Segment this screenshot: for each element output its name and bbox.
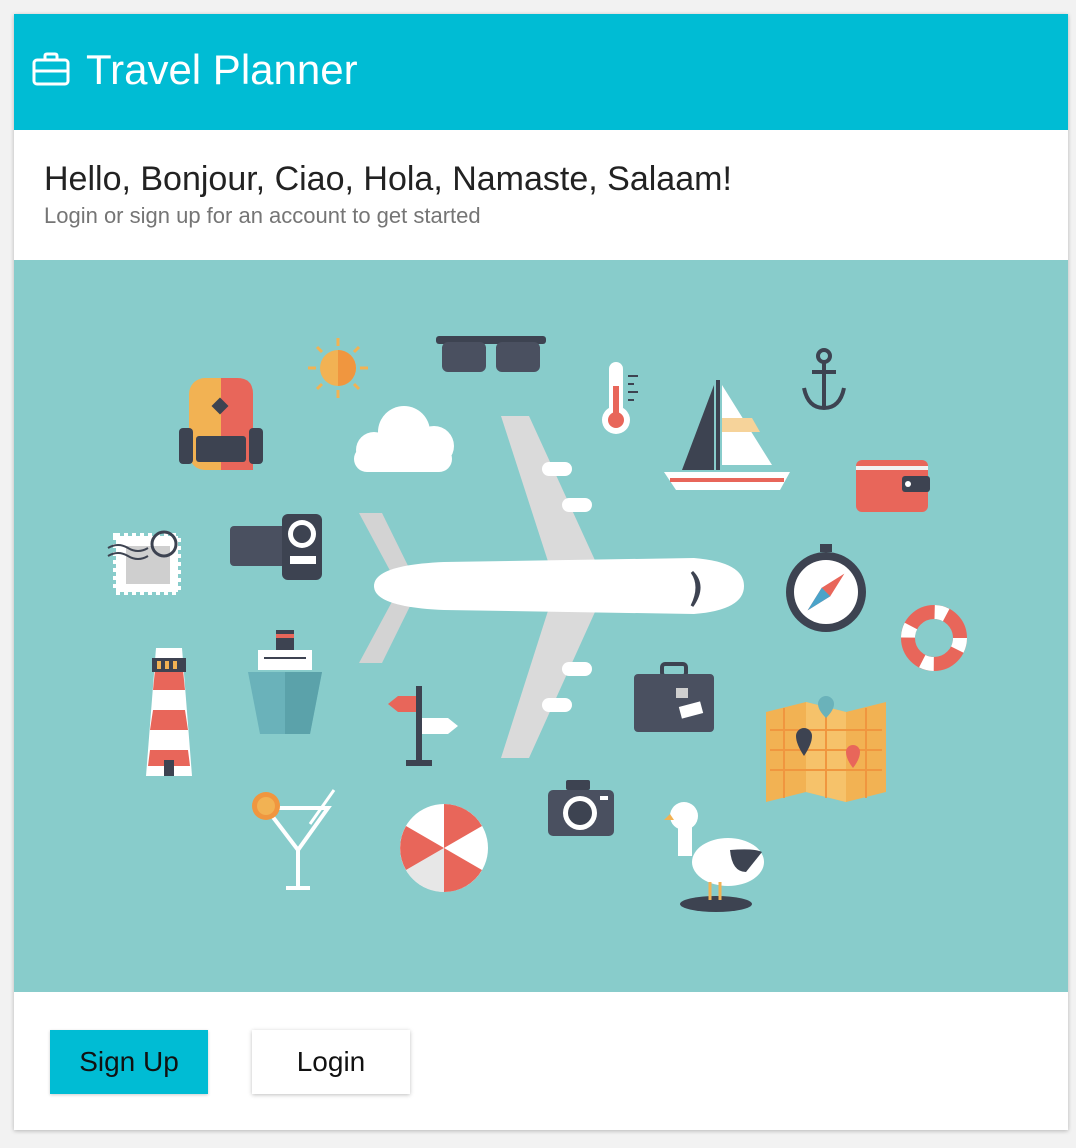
lighthouse-icon [146, 648, 192, 776]
sunglasses-icon [436, 336, 546, 372]
welcome-headline: Hello, Bonjour, Ciao, Hola, Namaste, Sal… [44, 160, 732, 198]
login-button[interactable]: Login [252, 1030, 410, 1094]
compass-icon [786, 544, 866, 632]
seagull-icon [664, 802, 764, 912]
briefcase-icon [32, 52, 70, 86]
welcome-subhead: Login or sign up for an account to get s… [44, 203, 481, 228]
cocktail-icon [252, 789, 336, 890]
card-actions: Sign Up Login [14, 992, 1068, 1130]
postage-stamp-icon [107, 530, 181, 595]
hero-illustration [14, 260, 1068, 992]
anchor-icon [802, 348, 846, 411]
signpost-icon [388, 686, 458, 766]
cloud-icon [354, 406, 454, 472]
map-icon [766, 696, 886, 802]
cruise-ship-icon [248, 630, 322, 734]
login-card: Travel Planner Hello, Bonjour, Ciao, Hol… [14, 14, 1068, 1130]
sun-icon [308, 338, 368, 398]
thermometer-icon [602, 362, 638, 434]
sailboat-icon [664, 380, 790, 490]
app-bar: Travel Planner [14, 14, 1068, 130]
backpack-icon [179, 378, 263, 470]
life-ring-icon [901, 605, 967, 671]
video-camera-icon [230, 514, 322, 580]
wallet-icon [856, 460, 930, 512]
sign-up-button[interactable]: Sign Up [50, 1030, 208, 1094]
app-title: Travel Planner [86, 46, 358, 93]
camera-icon [548, 780, 614, 836]
beach-ball-icon [400, 804, 488, 892]
suitcase-icon [634, 662, 714, 732]
